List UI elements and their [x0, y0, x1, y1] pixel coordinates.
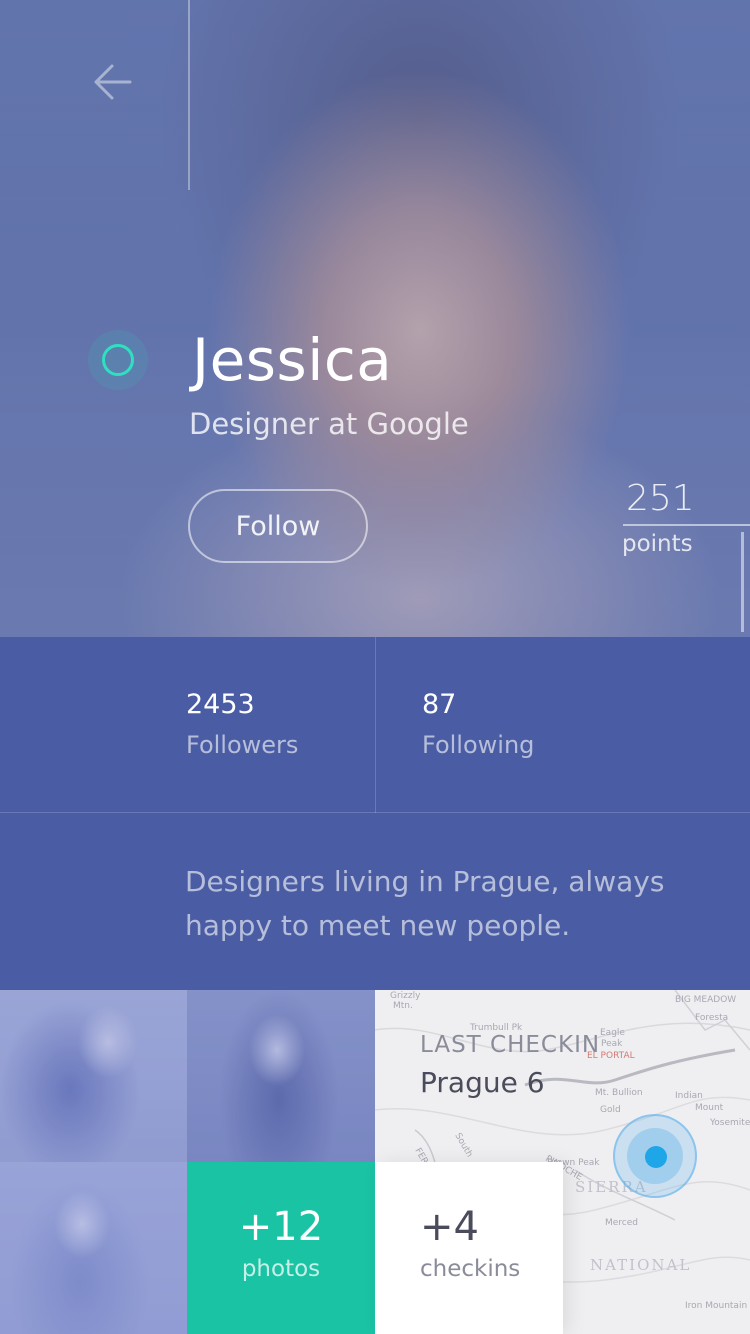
points-label: points: [622, 531, 693, 557]
last-checkin-city: Prague 6: [420, 1066, 545, 1099]
bio-section: Designers living in Prague, always happy…: [0, 814, 750, 990]
following-label: Following: [422, 731, 535, 759]
followers-count: 2453: [186, 689, 255, 720]
photos-count: +12: [238, 1204, 324, 1250]
photo-tint: [0, 1162, 187, 1334]
followers-label: Followers: [186, 731, 299, 759]
map-label: Indian: [675, 1091, 703, 1101]
map-label: Gold: [600, 1105, 621, 1115]
map-label: BIG MEADOW: [675, 995, 736, 1005]
photo-tint: [187, 990, 375, 1162]
checkins-count: +4: [420, 1204, 479, 1250]
photo-thumbnail[interactable]: [0, 1162, 187, 1334]
map-label: Foresta: [695, 1013, 728, 1023]
map-label: Mtn.: [393, 1001, 413, 1011]
more-checkins-tile[interactable]: +4 checkins: [375, 1162, 563, 1334]
media-grid: Grizzly Mtn. Trumbull Pk Eagle Peak EL P…: [0, 990, 750, 1334]
photo-tint: [0, 990, 187, 1162]
points-underline: [623, 524, 750, 526]
map-label: NATIONAL: [590, 1256, 691, 1274]
profile-hero: Jessica Designer at Google Follow 251 po…: [0, 0, 750, 637]
map-label: Iron Mountain: [685, 1301, 747, 1311]
points-value: 251: [626, 478, 695, 519]
scrollbar[interactable]: [741, 532, 744, 632]
more-photos-tile[interactable]: +12 photos: [187, 1162, 375, 1334]
following-count: 87: [422, 689, 457, 720]
bio-text: Designers living in Prague, always happy…: [185, 865, 665, 942]
follow-button[interactable]: Follow: [188, 489, 368, 563]
status-ring-icon: [88, 330, 148, 390]
photo-thumbnail[interactable]: [187, 990, 375, 1162]
pin-dot: [645, 1146, 667, 1168]
location-pin-icon[interactable]: [613, 1114, 697, 1198]
followers-stat[interactable]: 2453 Followers: [0, 637, 375, 813]
photos-label: photos: [241, 1256, 321, 1282]
following-stat[interactable]: 87 Following: [376, 637, 750, 813]
profile-role: Designer at Google: [189, 407, 469, 441]
map-label: Eagle: [600, 1028, 625, 1038]
decorative-divider: [188, 0, 190, 190]
arrow-left-icon[interactable]: [92, 64, 132, 100]
stats-bar: 2453 Followers 87 Following: [0, 637, 750, 813]
map-label: Merced: [605, 1218, 638, 1228]
map-label: Grizzly: [390, 991, 421, 1001]
checkins-label: checkins: [420, 1256, 521, 1282]
last-checkin-label: LAST CHECKIN: [420, 1032, 601, 1058]
map-label: Mount: [695, 1103, 724, 1113]
map-label: Mt. Bullion: [595, 1088, 643, 1098]
photo-thumbnail[interactable]: [0, 990, 187, 1162]
map-label: Peak: [601, 1039, 623, 1049]
map-label: Yosemite West: [709, 1118, 750, 1128]
profile-name: Jessica: [192, 326, 393, 394]
